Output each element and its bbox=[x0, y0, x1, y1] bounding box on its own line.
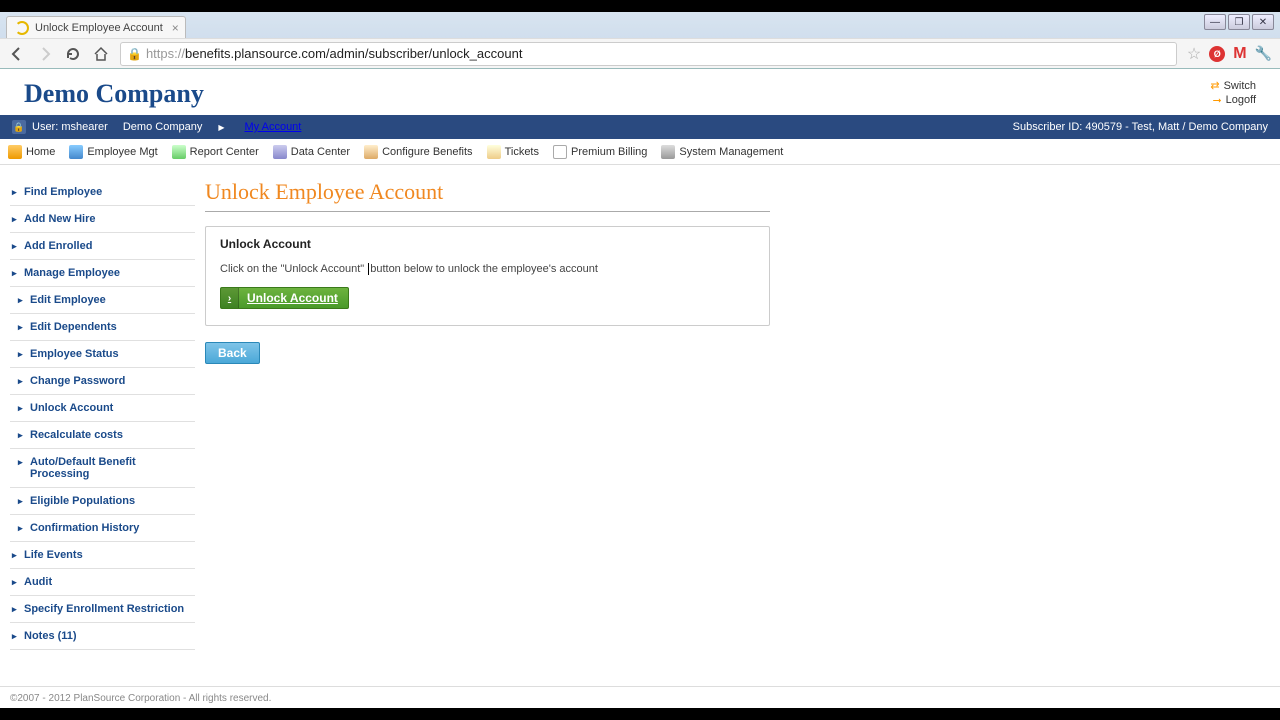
nav-employee-mgt-label: Employee Mgt bbox=[87, 146, 157, 158]
nav-home[interactable]: Home bbox=[8, 145, 55, 159]
instruction-part-b: button below to unlock the employee's ac… bbox=[370, 263, 598, 275]
nav-reload-icon[interactable] bbox=[64, 45, 82, 63]
browser-toolbar: 🔒 https://benefits.plansource.com/admin/… bbox=[0, 38, 1280, 68]
page-title: Unlock Employee Account bbox=[205, 179, 770, 212]
nav-premium-billing[interactable]: Premium Billing bbox=[553, 145, 647, 159]
back-button[interactable]: Back bbox=[205, 342, 260, 364]
user-info-band: 🔒 User: mshearer Demo Company ▶ My Accou… bbox=[0, 115, 1280, 139]
window-restore-button[interactable]: ❐ bbox=[1228, 14, 1250, 30]
nav-forward-icon bbox=[36, 45, 54, 63]
nav-data-center-label: Data Center bbox=[291, 146, 350, 158]
logoff-link-label: Logoff bbox=[1226, 94, 1256, 106]
unlock-account-button[interactable]: › Unlock Account bbox=[220, 287, 349, 309]
sidebar-item-eligible-populations[interactable]: Eligible Populations bbox=[10, 488, 195, 515]
panel-title: Unlock Account bbox=[220, 237, 755, 251]
bookmark-star-icon[interactable]: ☆ bbox=[1187, 44, 1201, 64]
nav-tickets[interactable]: Tickets bbox=[487, 145, 539, 159]
sidebar-item-life-events[interactable]: Life Events bbox=[10, 542, 195, 569]
sidebar-item-notes[interactable]: Notes (11) bbox=[10, 623, 195, 650]
subscriber-label: Subscriber ID: 490579 - Test, Matt / Dem… bbox=[1013, 121, 1268, 133]
sidebar-item-employee-status[interactable]: Employee Status bbox=[10, 341, 195, 368]
url-path: benefits.plansource.com/admin/subscriber… bbox=[185, 46, 522, 61]
sidebar: Find Employee Add New Hire Add Enrolled … bbox=[10, 179, 195, 650]
home-icon bbox=[8, 145, 22, 159]
chevron-right-icon: › bbox=[221, 288, 239, 308]
panel-instruction: Click on the "Unlock Account" button bel… bbox=[220, 263, 755, 275]
org-label: Demo Company bbox=[123, 121, 202, 133]
logoff-link[interactable]: ⭢ Logoff bbox=[1210, 94, 1256, 107]
company-title: Demo Company bbox=[24, 79, 204, 109]
nav-back-icon[interactable] bbox=[8, 45, 26, 63]
nav-home-label: Home bbox=[26, 146, 55, 158]
header-links: ⇄ Switch ⭢ Logoff bbox=[1210, 79, 1256, 109]
top-navigation: Home Employee Mgt Report Center Data Cen… bbox=[0, 139, 1280, 165]
user-lock-icon: 🔒 bbox=[12, 120, 26, 134]
letterbox-top bbox=[0, 0, 1280, 12]
page-body: Demo Company ⇄ Switch ⭢ Logoff 🔒 User: msh… bbox=[0, 69, 1280, 710]
letterbox-bottom bbox=[0, 708, 1280, 720]
logoff-arrow-icon: ⭢ bbox=[1213, 94, 1222, 106]
nav-configure-benefits-label: Configure Benefits bbox=[382, 146, 473, 158]
switch-link-label: Switch bbox=[1224, 80, 1256, 92]
nav-employee-mgt[interactable]: Employee Mgt bbox=[69, 145, 157, 159]
tab-title: Unlock Employee Account bbox=[35, 22, 163, 34]
unlock-account-button-label: Unlock Account bbox=[247, 291, 338, 305]
nav-home-icon[interactable] bbox=[92, 45, 110, 63]
instruction-part-a: Click on the "Unlock Account" bbox=[220, 263, 367, 275]
sidebar-item-add-new-hire[interactable]: Add New Hire bbox=[10, 206, 195, 233]
tickets-icon bbox=[487, 145, 501, 159]
switch-link[interactable]: ⇄ Switch bbox=[1210, 79, 1256, 92]
page-footer: ©2007 - 2012 PlanSource Corporation - Al… bbox=[0, 686, 1280, 710]
nav-system-management-label: System Management bbox=[679, 146, 783, 158]
window-controls: — ❐ ✕ bbox=[1204, 14, 1274, 30]
sidebar-item-recalculate-costs[interactable]: Recalculate costs bbox=[10, 422, 195, 449]
sidebar-item-confirmation-history[interactable]: Confirmation History bbox=[10, 515, 195, 542]
premium-billing-icon bbox=[553, 145, 567, 159]
gmail-icon[interactable]: M bbox=[1233, 45, 1246, 63]
window-close-button[interactable]: ✕ bbox=[1252, 14, 1274, 30]
main-content: Unlock Employee Account Unlock Account C… bbox=[205, 179, 770, 650]
sidebar-item-find-employee[interactable]: Find Employee bbox=[10, 179, 195, 206]
url-scheme: https:// bbox=[146, 46, 185, 61]
nav-tickets-label: Tickets bbox=[505, 146, 539, 158]
sidebar-item-specify-enrollment-restriction[interactable]: Specify Enrollment Restriction bbox=[10, 596, 195, 623]
nav-report-center[interactable]: Report Center bbox=[172, 145, 259, 159]
tab-favicon bbox=[15, 21, 29, 35]
unlock-account-panel: Unlock Account Click on the "Unlock Acco… bbox=[205, 226, 770, 326]
sidebar-item-manage-employee[interactable]: Manage Employee bbox=[10, 260, 195, 287]
sidebar-item-unlock-account[interactable]: Unlock Account bbox=[10, 395, 195, 422]
chevron-right-icon: ▶ bbox=[218, 123, 224, 132]
my-account-link[interactable]: My Account bbox=[245, 121, 302, 133]
user-label: User: mshearer bbox=[32, 121, 108, 133]
sidebar-item-edit-employee[interactable]: Edit Employee bbox=[10, 287, 195, 314]
url-bar[interactable]: 🔒 https://benefits.plansource.com/admin/… bbox=[120, 42, 1177, 66]
data-center-icon bbox=[273, 145, 287, 159]
browser-tab[interactable]: Unlock Employee Account × bbox=[6, 16, 186, 38]
nav-configure-benefits[interactable]: Configure Benefits bbox=[364, 145, 473, 159]
nav-system-management[interactable]: System Management bbox=[661, 145, 783, 159]
sidebar-item-auto-default-benefit[interactable]: Auto/Default Benefit Processing bbox=[10, 449, 195, 488]
tab-close-icon[interactable]: × bbox=[172, 21, 179, 35]
nav-report-center-label: Report Center bbox=[190, 146, 259, 158]
system-management-icon bbox=[661, 145, 675, 159]
switch-arrow-icon: ⇄ bbox=[1210, 80, 1219, 92]
tab-strip: Unlock Employee Account × — ❐ ✕ bbox=[0, 12, 1280, 38]
report-center-icon bbox=[172, 145, 186, 159]
settings-wrench-icon[interactable]: 🔧 bbox=[1255, 45, 1272, 62]
lock-icon: 🔒 bbox=[127, 47, 142, 61]
configure-benefits-icon bbox=[364, 145, 378, 159]
adblock-icon[interactable]: Ø bbox=[1209, 46, 1225, 62]
sidebar-item-change-password[interactable]: Change Password bbox=[10, 368, 195, 395]
nav-data-center[interactable]: Data Center bbox=[273, 145, 350, 159]
sidebar-item-audit[interactable]: Audit bbox=[10, 569, 195, 596]
browser-chrome: Unlock Employee Account × — ❐ ✕ 🔒 https:… bbox=[0, 12, 1280, 69]
sidebar-item-edit-dependents[interactable]: Edit Dependents bbox=[10, 314, 195, 341]
sidebar-item-add-enrolled[interactable]: Add Enrolled bbox=[10, 233, 195, 260]
window-minimize-button[interactable]: — bbox=[1204, 14, 1226, 30]
employee-mgt-icon bbox=[69, 145, 83, 159]
nav-premium-billing-label: Premium Billing bbox=[571, 146, 647, 158]
